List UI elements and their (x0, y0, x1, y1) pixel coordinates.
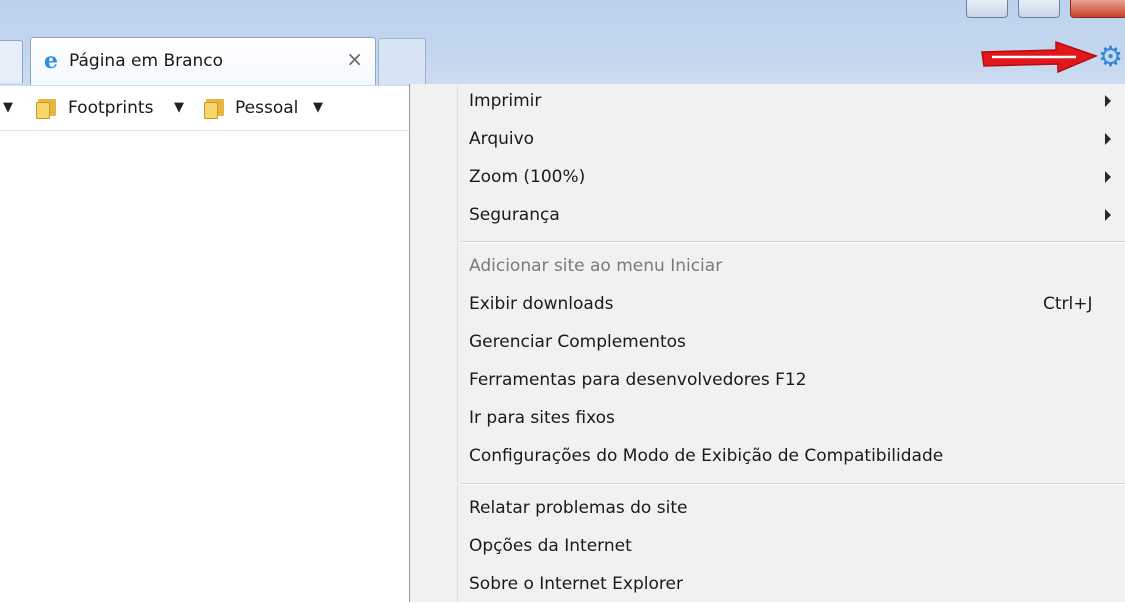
close-window-button[interactable] (1070, 0, 1125, 18)
menu-item-gerenciar-complementos[interactable]: Gerenciar Complementos (410, 325, 1125, 361)
chevron-down-icon[interactable]: ▼ (174, 100, 184, 115)
menu-shortcut: Ctrl+J (1043, 294, 1093, 314)
submenu-arrow-icon (1105, 133, 1111, 145)
submenu-arrow-icon (1105, 95, 1111, 107)
menu-item-imprimir[interactable]: Imprimir (410, 84, 1125, 120)
close-tab-icon[interactable]: × (346, 47, 363, 71)
chevron-down-icon[interactable]: ▼ (313, 100, 323, 115)
menu-item-adicionar-site: Adicionar site ao menu Iniciar (410, 249, 1125, 285)
chevron-down-icon[interactable]: ▼ (3, 100, 13, 115)
submenu-arrow-icon (1105, 209, 1111, 221)
menu-item-label: Imprimir (469, 91, 542, 111)
menu-item-seguranca[interactable]: Segurança (410, 198, 1125, 234)
folder-icon (204, 97, 226, 119)
menu-item-relatar-problemas[interactable]: Relatar problemas do site (410, 491, 1125, 527)
tab-pagina-em-branco[interactable]: e Página em Branco × (30, 37, 376, 85)
favorite-folder-footprints[interactable]: Footprints (68, 98, 153, 118)
menu-item-ferramentas-desenvolvedores[interactable]: Ferramentas para desenvolvedores F12 (410, 363, 1125, 399)
menu-item-label: Exibir downloads (469, 294, 614, 314)
tools-menu: Imprimir Arquivo Zoom (100%) Segurança A… (409, 84, 1125, 602)
minimize-button[interactable] (966, 0, 1008, 18)
menu-item-exibir-downloads[interactable]: Exibir downloads Ctrl+J (410, 287, 1125, 323)
gear-icon[interactable]: ⚙ (1098, 43, 1125, 71)
menu-separator (461, 483, 1125, 485)
menu-item-label: Zoom (100%) (469, 167, 586, 187)
menu-item-label: Configurações do Modo de Exibição de Com… (469, 446, 944, 466)
previous-tab[interactable] (0, 40, 23, 83)
menu-item-compatibilidade[interactable]: Configurações do Modo de Exibição de Com… (410, 439, 1125, 475)
menu-item-label: Ferramentas para desenvolvedores F12 (469, 370, 807, 390)
menu-item-ir-para-sites-fixos[interactable]: Ir para sites fixos (410, 401, 1125, 437)
menu-item-label: Sobre o Internet Explorer (469, 574, 683, 594)
menu-item-label: Relatar problemas do site (469, 498, 688, 518)
menu-item-label: Segurança (469, 205, 560, 225)
menu-item-label: Opções da Internet (469, 536, 632, 556)
menu-item-sobre-ie[interactable]: Sobre o Internet Explorer (410, 567, 1125, 603)
menu-separator (461, 241, 1125, 243)
favorites-bar: ▼ Footprints ▼ Pessoal ▼ (0, 86, 410, 131)
new-tab-button[interactable] (378, 38, 426, 85)
menu-item-label: Adicionar site ao menu Iniciar (469, 256, 723, 276)
menu-item-label: Gerenciar Complementos (469, 332, 686, 352)
menu-item-label: Ir para sites fixos (469, 408, 615, 428)
ie-logo-icon: e (44, 48, 58, 74)
tab-title: Página em Branco (69, 51, 224, 71)
menu-item-arquivo[interactable]: Arquivo (410, 122, 1125, 158)
browser-frame: e Página em Branco × ⚙ (0, 0, 1125, 86)
menu-item-zoom[interactable]: Zoom (100%) (410, 160, 1125, 196)
menu-item-label: Arquivo (469, 129, 535, 149)
submenu-arrow-icon (1105, 171, 1111, 183)
favorite-folder-pessoal[interactable]: Pessoal (235, 98, 298, 118)
maximize-button[interactable] (1018, 0, 1060, 18)
menu-item-opcoes-internet[interactable]: Opções da Internet (410, 529, 1125, 565)
red-arrow-annotation (981, 40, 1099, 74)
folder-icon (36, 97, 58, 119)
